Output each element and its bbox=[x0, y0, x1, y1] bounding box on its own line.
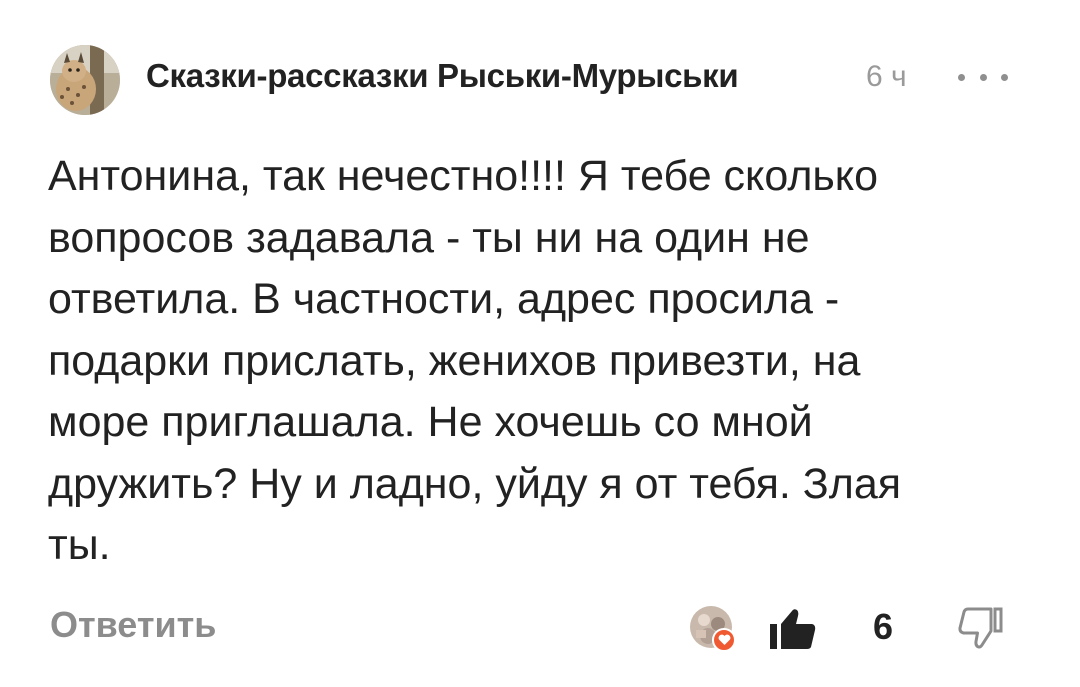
more-horizontal-icon bbox=[958, 73, 965, 81]
like-button[interactable] bbox=[768, 603, 818, 653]
author-avatar[interactable] bbox=[50, 45, 120, 115]
comment-text: Антонина, так нечестно!!!! Я тебе скольк… bbox=[48, 152, 902, 569]
more-options-button[interactable] bbox=[958, 62, 1008, 92]
thumbs-up-icon bbox=[770, 609, 816, 649]
dislike-button[interactable] bbox=[955, 603, 1005, 653]
comment-card: Сказки-рассказки Рыськи-Мурыськи 6 ч Ант… bbox=[0, 0, 1080, 687]
like-count: 6 bbox=[873, 606, 894, 647]
reply-button[interactable]: Ответить bbox=[50, 604, 216, 646]
lynx-avatar-image bbox=[50, 45, 120, 115]
thumbs-down-icon bbox=[958, 607, 1003, 649]
author-name[interactable]: Сказки-рассказки Рыськи-Мурыськи bbox=[146, 57, 739, 95]
reaction-preview[interactable] bbox=[690, 606, 736, 652]
heart-icon bbox=[712, 628, 736, 652]
comment-timestamp: 6 ч bbox=[866, 60, 907, 93]
